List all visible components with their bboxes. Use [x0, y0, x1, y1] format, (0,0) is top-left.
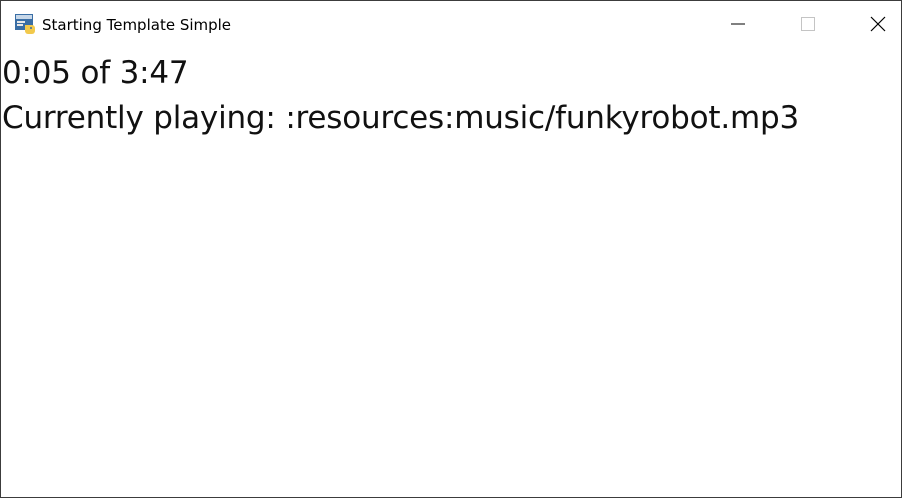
maximize-icon: [801, 17, 815, 31]
title-bar[interactable]: Starting Template Simple: [1, 1, 901, 47]
close-button[interactable]: [855, 1, 901, 47]
python-app-icon: [14, 13, 36, 35]
minimize-button[interactable]: [715, 1, 761, 47]
maximize-button[interactable]: [785, 1, 831, 47]
now-playing-text: Currently playing: :resources:music/funk…: [2, 100, 800, 136]
close-icon: [870, 16, 886, 32]
window-title: Starting Template Simple: [42, 16, 232, 34]
playback-progress-text: 0:05 of 3:47: [2, 55, 189, 91]
window-controls: [715, 1, 901, 47]
app-window: Starting Template Simple 0:05 of 3:47 Cu…: [0, 0, 902, 498]
minimize-icon: [731, 23, 745, 25]
